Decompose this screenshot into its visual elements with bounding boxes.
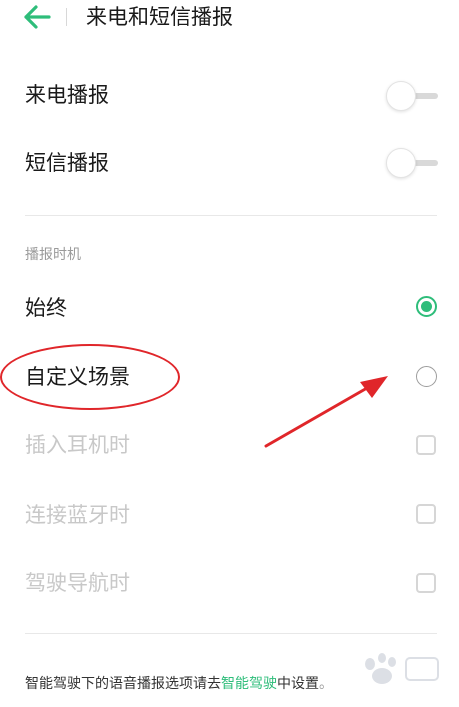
headphone-scene-label: 插入耳机时 bbox=[25, 433, 130, 457]
section-divider bbox=[25, 215, 437, 216]
footer-hint: 智能驾驶下的语音播报选项请去智能驾驶中设置。 bbox=[25, 674, 333, 694]
highlight-ellipse bbox=[0, 344, 180, 410]
sms-announce-toggle[interactable] bbox=[386, 147, 438, 179]
driving-nav-scene-checkbox[interactable] bbox=[416, 573, 436, 593]
incoming-call-announce-label: 来电播报 bbox=[25, 83, 109, 107]
toggle-knob bbox=[386, 148, 416, 178]
toggle-knob bbox=[386, 81, 416, 111]
always-radio[interactable] bbox=[416, 296, 437, 317]
driving-nav-scene-label: 驾驶导航时 bbox=[25, 571, 130, 595]
smart-driving-link[interactable]: 智能驾驶 bbox=[221, 676, 277, 692]
bluetooth-scene-checkbox[interactable] bbox=[416, 504, 436, 524]
app-header: 来电和短信播报 bbox=[0, 0, 459, 40]
footer-hint-prefix: 智能驾驶下的语音播报选项请去 bbox=[25, 676, 221, 692]
back-arrow-icon[interactable] bbox=[22, 4, 52, 30]
always-option-label: 始终 bbox=[25, 296, 67, 320]
bluetooth-scene-label: 连接蓝牙时 bbox=[25, 503, 130, 527]
header-divider bbox=[66, 8, 67, 26]
footer-hint-period: 。 bbox=[319, 676, 333, 692]
custom-scene-radio[interactable] bbox=[416, 366, 437, 387]
announce-timing-section-label: 播报时机 bbox=[25, 247, 81, 263]
footer-hint-suffix: 中设置 bbox=[277, 676, 319, 692]
red-arrow-annotation bbox=[264, 376, 388, 448]
footer-divider bbox=[25, 633, 437, 634]
page-title: 来电和短信播报 bbox=[86, 5, 233, 29]
watermark-logo bbox=[365, 653, 439, 684]
headphone-scene-checkbox[interactable] bbox=[416, 435, 436, 455]
incoming-call-announce-toggle[interactable] bbox=[386, 80, 438, 112]
sms-announce-label: 短信播报 bbox=[25, 151, 109, 175]
